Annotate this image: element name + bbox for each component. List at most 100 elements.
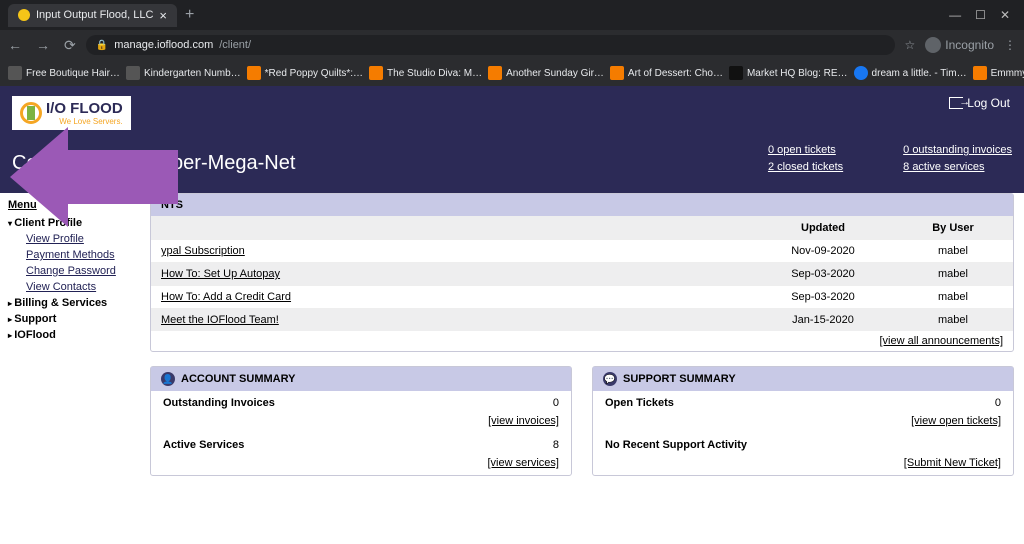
blogger-icon (973, 66, 987, 80)
open-tickets-value: 0 (995, 397, 1001, 409)
support-summary-panel: 💬 SUPPORT SUMMARY Open Tickets 0 [view o… (592, 366, 1014, 476)
view-all-announcements-link[interactable]: [view all announcements] (879, 335, 1003, 347)
open-tickets-label: Open Tickets (605, 397, 995, 409)
star-icon[interactable]: ☆ (905, 38, 916, 52)
view-invoices-link[interactable]: [view invoices] (488, 415, 559, 427)
browser-tab[interactable]: Input Output Flood, LLC × (8, 4, 177, 27)
announcement-user: mabel (903, 268, 1003, 280)
sidebar-item-billing[interactable]: Billing & Services (8, 295, 132, 311)
browser-chrome: Input Output Flood, LLC × + — ☐ ✕ ← → ⟳ … (0, 0, 1024, 86)
minimize-icon[interactable]: — (949, 8, 961, 22)
account-summary-panel: 👤 ACCOUNT SUMMARY Outstanding Invoices 0… (150, 366, 572, 476)
forward-icon[interactable]: → (36, 37, 50, 54)
bookmark-item[interactable]: Free Boutique Hair… (8, 66, 120, 80)
active-services-value: 8 (553, 439, 559, 451)
close-tab-icon[interactable]: × (159, 8, 167, 23)
close-window-icon[interactable]: ✕ (1000, 8, 1010, 22)
outstanding-invoices-link[interactable]: 0 outstanding invoices (903, 142, 1012, 159)
maximize-icon[interactable]: ☐ (975, 8, 986, 22)
lock-icon: 🔒 (96, 40, 108, 51)
tab-bar: Input Output Flood, LLC × + — ☐ ✕ (0, 0, 1024, 30)
sidebar: Menu Client Profile View Profile Payment… (0, 193, 140, 500)
sidebar-item-client-profile[interactable]: Client Profile (8, 215, 132, 231)
bookmark-item[interactable]: Market HQ Blog: RE… (729, 66, 848, 80)
view-open-tickets-link[interactable]: [view open tickets] (911, 415, 1001, 427)
blogger-icon (369, 66, 383, 80)
bookmarks-bar: Free Boutique Hair… Kindergarten Numb… *… (0, 60, 1024, 86)
url-path: /client/ (219, 39, 251, 51)
sidebar-sub-view-profile[interactable]: View Profile (8, 231, 132, 247)
main-content: Menu Client Profile View Profile Payment… (0, 193, 1024, 500)
bookmark-item[interactable]: Another Sunday Gir… (488, 66, 604, 80)
announcements-col-header: Updated By User (151, 216, 1013, 239)
announcements-header: NTS (151, 194, 1013, 216)
user-icon: 👤 (161, 372, 175, 386)
sidebar-item-support[interactable]: Support (8, 311, 132, 327)
new-tab-button[interactable]: + (185, 6, 194, 24)
bookmark-item[interactable]: EmmmyLizzzy: Hav… (973, 66, 1024, 80)
address-bar: ← → ⟳ 🔒 manage.ioflood.com/client/ ☆ Inc… (0, 30, 1024, 60)
view-services-link[interactable]: [view services] (487, 457, 559, 469)
closed-tickets-link[interactable]: 2 closed tickets (768, 159, 843, 176)
announcement-link[interactable]: Meet the IOFlood Team! (161, 314, 279, 326)
blogger-icon (610, 66, 624, 80)
open-tickets-link[interactable]: 0 open tickets (768, 142, 843, 159)
sidebar-sub-view-contacts[interactable]: View Contacts (8, 279, 132, 295)
logout-icon (949, 97, 963, 109)
globe-icon (126, 66, 140, 80)
announcement-date: Jan-15-2020 (743, 314, 903, 326)
app-header: I/O FLOOD We Love Servers. Log Out Compu… (0, 86, 1024, 193)
announcement-row: How To: Add a Credit Card Sep-03-2020 ma… (151, 285, 1013, 308)
facebook-icon (854, 66, 868, 80)
url-input[interactable]: 🔒 manage.ioflood.com/client/ (86, 35, 895, 55)
announcement-date: Nov-09-2020 (743, 245, 903, 257)
logo-glyph-icon (20, 102, 42, 124)
incognito-badge: Incognito (925, 37, 994, 53)
active-services-link[interactable]: 8 active services (903, 159, 1012, 176)
bookmark-item[interactable]: Art of Dessert: Cho… (610, 66, 723, 80)
globe-icon (8, 66, 22, 80)
logo-main: I/O FLOOD (46, 100, 123, 117)
logout-button[interactable]: Log Out (949, 96, 1010, 110)
bookmark-item[interactable]: Kindergarten Numb… (126, 66, 241, 80)
active-services-label: Active Services (163, 439, 553, 451)
no-recent-activity: No Recent Support Activity (605, 439, 1001, 451)
logo[interactable]: I/O FLOOD We Love Servers. (12, 96, 131, 130)
announcement-date: Sep-03-2020 (743, 268, 903, 280)
announcement-link[interactable]: ypal Subscription (161, 245, 245, 257)
support-summary-header: 💬 SUPPORT SUMMARY (593, 367, 1013, 391)
back-icon[interactable]: ← (8, 37, 22, 54)
chat-icon: 💬 (603, 372, 617, 386)
menu-heading: Menu (8, 199, 132, 211)
outstanding-invoices-label: Outstanding Invoices (163, 397, 553, 409)
client-name: Compu-Global-Hyper-Mega-Net (12, 152, 295, 175)
announcement-link[interactable]: How To: Set Up Autopay (161, 268, 280, 280)
incognito-icon (925, 37, 941, 53)
favicon (18, 9, 30, 21)
col-updated: Updated (743, 222, 903, 234)
announcement-date: Sep-03-2020 (743, 291, 903, 303)
announcement-user: mabel (903, 291, 1003, 303)
url-host: manage.ioflood.com (114, 39, 213, 51)
outstanding-invoices-value: 0 (553, 397, 559, 409)
sidebar-sub-change-password[interactable]: Change Password (8, 263, 132, 279)
blogger-icon (247, 66, 261, 80)
announcement-user: mabel (903, 314, 1003, 326)
logo-sub: We Love Servers. (46, 117, 123, 126)
announcement-row: How To: Set Up Autopay Sep-03-2020 mabel (151, 262, 1013, 285)
bookmark-item[interactable]: dream a little. - Tim… (854, 66, 967, 80)
col-by-user: By User (903, 222, 1003, 234)
announcements-panel: NTS Updated By User ypal Subscription No… (150, 193, 1014, 352)
bookmark-item[interactable]: The Studio Diva: M… (369, 66, 482, 80)
reload-icon[interactable]: ⟳ (64, 37, 76, 54)
submit-new-ticket-link[interactable]: [Submit New Ticket] (904, 457, 1001, 469)
header-stats: 0 open tickets 2 closed tickets 0 outsta… (768, 142, 1012, 175)
announcement-link[interactable]: How To: Add a Credit Card (161, 291, 291, 303)
sidebar-sub-payment-methods[interactable]: Payment Methods (8, 247, 132, 263)
announcement-row: ypal Subscription Nov-09-2020 mabel (151, 239, 1013, 262)
bookmark-item[interactable]: *Red Poppy Quilts*:… (247, 66, 363, 80)
announcement-user: mabel (903, 245, 1003, 257)
sidebar-item-ioflood[interactable]: IOFlood (8, 327, 132, 343)
menu-dots-icon[interactable]: ⋮ (1004, 38, 1016, 52)
blogger-icon (488, 66, 502, 80)
